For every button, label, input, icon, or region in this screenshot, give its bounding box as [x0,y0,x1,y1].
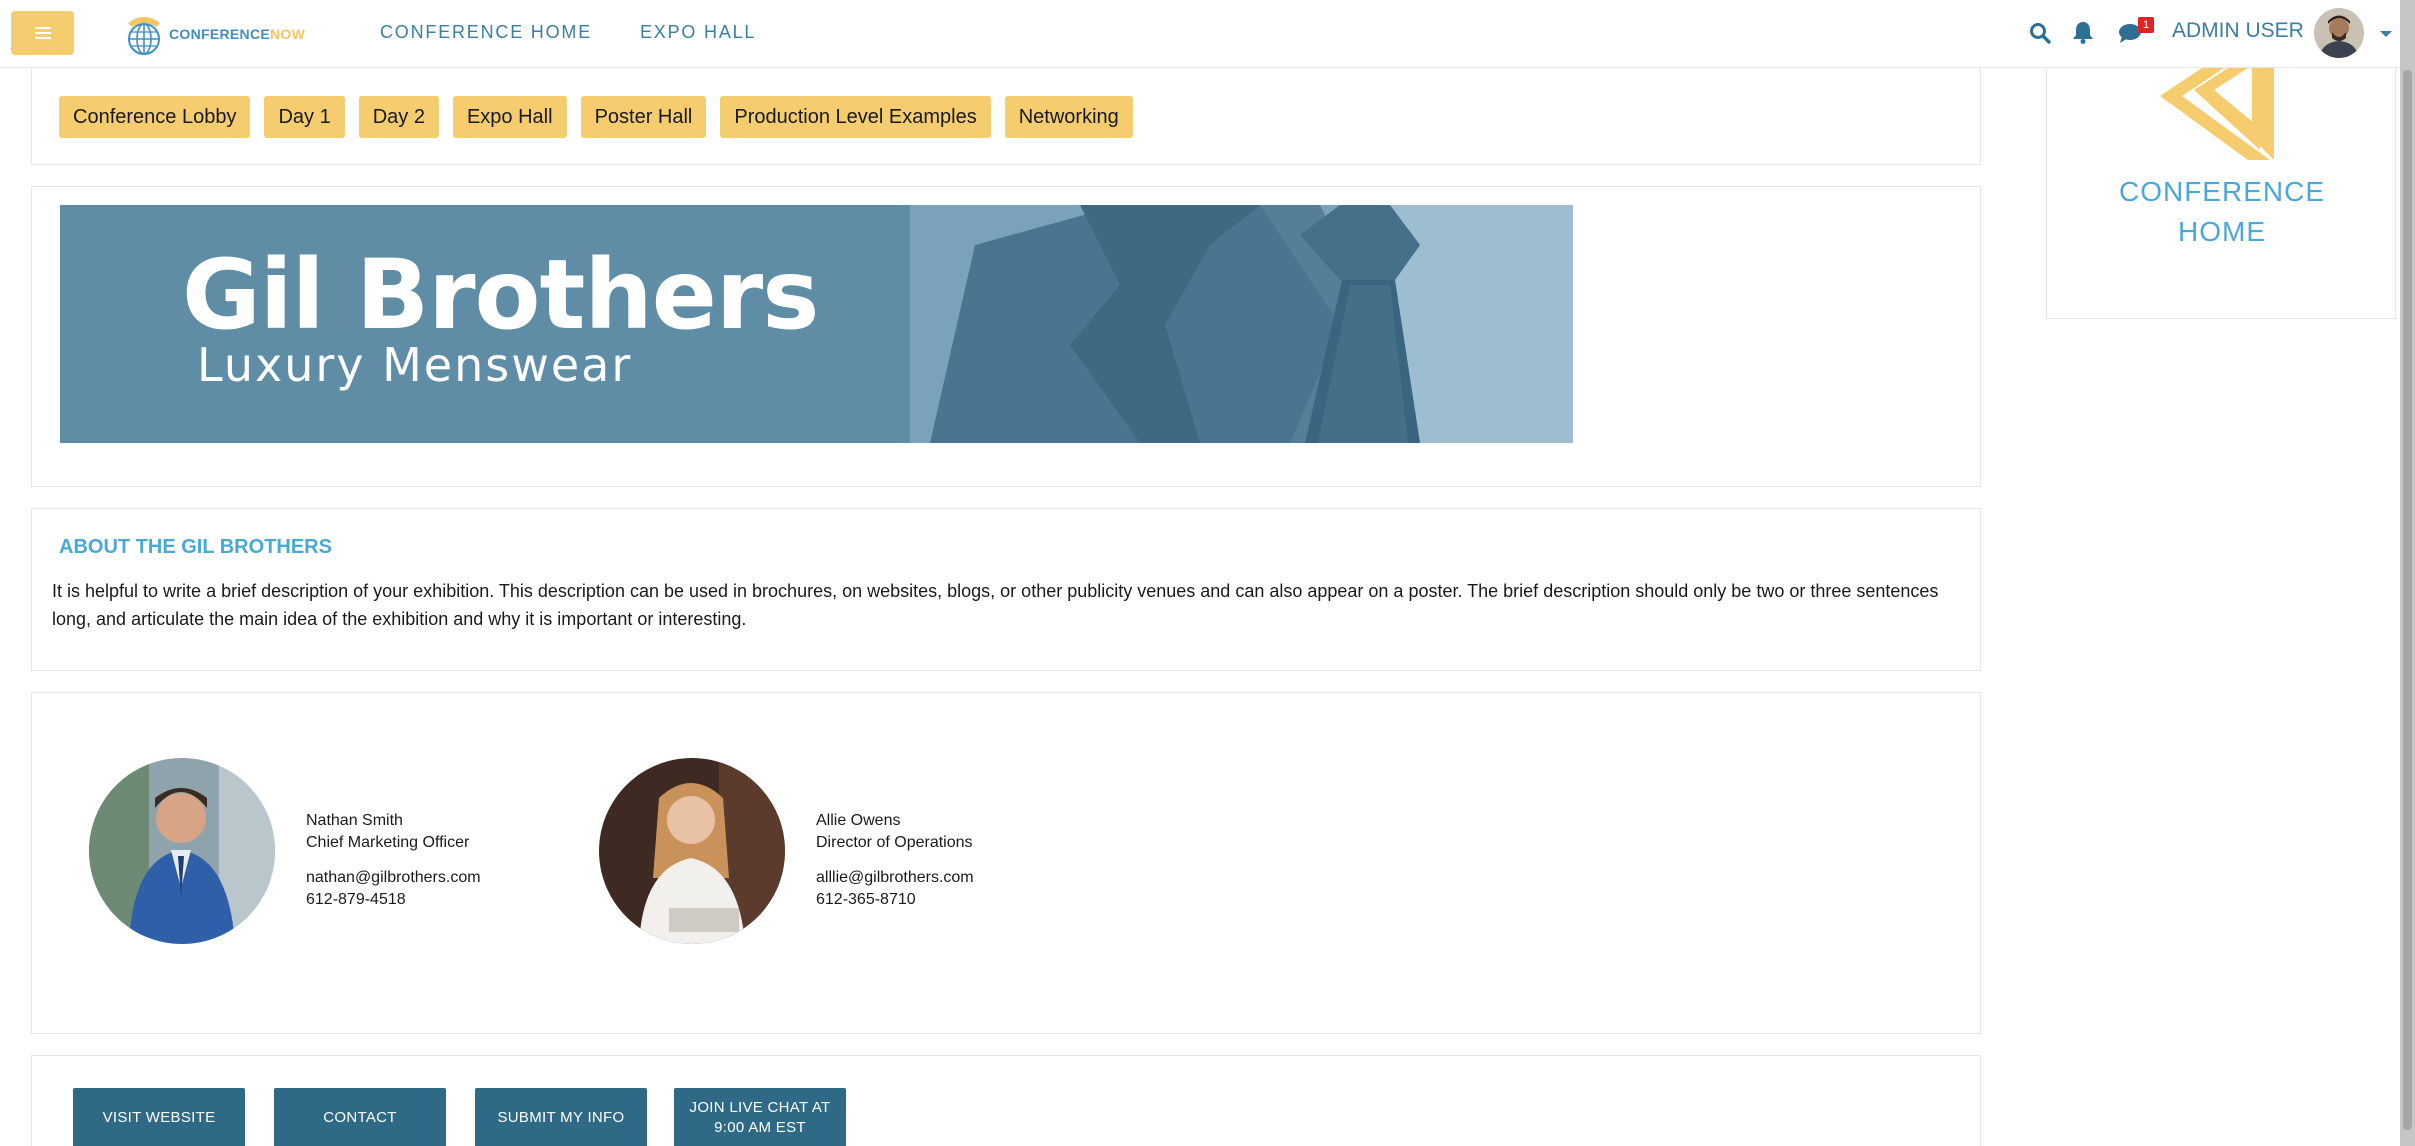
top-navbar: CONFERENCENOW CONFERENCE HOME EXPO HALL … [0,0,2415,68]
about-heading: ABOUT THE GIL BROTHERS [59,536,332,558]
user-menu-label[interactable]: ADMIN USER [2172,19,2304,43]
staff-photo [599,758,785,944]
chat-notification-badge: 1 [2138,17,2154,33]
staff-phone: 612-879-4518 [306,891,406,908]
scrollbar-thumb[interactable] [2403,70,2412,1130]
avatar[interactable] [2314,8,2364,58]
tab-day-1[interactable]: Day 1 [264,96,345,138]
staff-role: Chief Marketing Officer [306,834,470,851]
page-scrollbar[interactable] [2400,0,2415,1146]
page-root: CONFERENCENOW CONFERENCE HOME EXPO HALL … [0,0,2415,1146]
conference-home-title-line1: CONFERENCE [2118,176,2325,207]
staff-info: Allie Owens Director of Operations allli… [816,810,974,911]
staff-name: Nathan Smith [306,812,403,829]
join-live-chat-button[interactable]: JOIN LIVE CHAT AT 9:00 AM EST [674,1088,846,1146]
visit-website-button[interactable]: VISIT WEBSITE [73,1088,245,1146]
nav-link-expo-hall[interactable]: EXPO HALL [640,22,756,43]
tab-conference-lobby[interactable]: Conference Lobby [59,96,251,138]
join-live-chat-label-line1: JOIN LIVE CHAT AT [689,1099,831,1116]
conference-home-title: CONFERENCE HOME [2047,172,2397,252]
conference-now-logo[interactable]: CONFERENCENOW [122,10,305,58]
tab-poster-hall[interactable]: Poster Hall [580,96,707,138]
join-live-chat-label-line2: 9:00 AM EST [714,1119,806,1136]
submit-my-info-button[interactable]: SUBMIT MY INFO [475,1088,647,1146]
about-description: It is helpful to write a brief descripti… [52,581,1939,629]
banner-title: Gil Brothers [182,239,819,351]
globe-phone-logo-icon [128,17,160,55]
conference-home-widget[interactable]: CONFERENCE HOME [2046,68,2396,319]
tab-expo-hall[interactable]: Expo Hall [452,96,567,138]
tab-day-2[interactable]: Day 2 [358,96,439,138]
staff-card: Nathan Smith Chief Marketing Officer nat… [31,692,1981,1034]
menu-icon [34,27,51,39]
logo-wordmark: CONFERENCENOW [169,26,306,42]
bell-icon[interactable] [2072,20,2094,44]
banner-card: Gil Brothers Luxury Menswear [31,186,1981,487]
nav-link-conference-home[interactable]: CONFERENCE HOME [380,22,592,43]
staff-photo [89,758,275,944]
section-tabs: Conference Lobby Day 1 Day 2 Expo Hall P… [59,96,1133,138]
staff-email[interactable]: nathan@gilbrothers.com [306,867,481,889]
tabs-card: Conference Lobby Day 1 Day 2 Expo Hall P… [31,68,1981,165]
about-card: ABOUT THE GIL BROTHERS It is helpful to … [31,508,1981,671]
tab-networking[interactable]: Networking [1004,96,1133,138]
conference-home-chevron-icon [2160,68,2274,160]
exhibitor-banner: Gil Brothers Luxury Menswear [60,205,1573,443]
staff-phone: 612-365-8710 [816,891,916,908]
staff-email[interactable]: alllie@gilbrothers.com [816,867,974,889]
staff-role: Director of Operations [816,834,973,851]
search-icon[interactable] [2029,22,2051,44]
staff-info: Nathan Smith Chief Marketing Officer nat… [306,810,481,911]
actions-card: VISIT WEBSITE CONTACT SUBMIT MY INFO JOI… [31,1055,1981,1146]
conference-home-title-line2: HOME [2178,216,2266,247]
tab-production-level-examples[interactable]: Production Level Examples [720,96,991,138]
contact-button[interactable]: CONTACT [274,1088,446,1146]
banner-subtitle: Luxury Menswear [197,338,633,392]
chevron-down-icon[interactable] [2380,31,2392,37]
menu-button[interactable] [11,11,74,55]
staff-name: Allie Owens [816,812,901,829]
